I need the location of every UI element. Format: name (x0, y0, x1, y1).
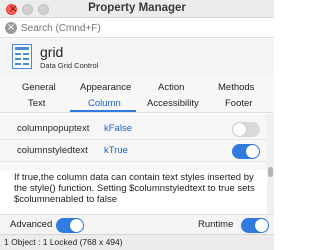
property-toggle[interactable] (232, 144, 260, 159)
status-bar: 1 Object : 1 Locked (768 x 494) (0, 234, 274, 250)
object-name: grid (40, 44, 64, 60)
clear-search-icon[interactable]: × (5, 22, 17, 34)
search-input[interactable] (21, 20, 261, 36)
object-info: grid Data Grid Control (0, 39, 274, 75)
runtime-toggle[interactable] (241, 218, 269, 233)
property-description: If true,the column data can contain text… (11, 170, 266, 210)
property-row[interactable]: columnstyledtext kTrue (0, 141, 267, 162)
active-tab-indicator (70, 110, 136, 112)
tab-action[interactable]: Action (158, 82, 184, 93)
property-toggle[interactable] (232, 122, 260, 137)
data-grid-icon (12, 44, 32, 69)
advanced-label: Advanced (10, 219, 53, 230)
status-text: 1 Object : 1 Locked (768 x 494) (4, 237, 123, 247)
property-scrollbar[interactable] (267, 114, 274, 214)
property-value[interactable]: kFalse (104, 123, 132, 134)
tab-column[interactable]: Column (88, 98, 121, 109)
property-name: columnstyledtext (17, 145, 88, 156)
tab-footer[interactable]: Footer (225, 98, 252, 109)
bottom-bar: Advanced Runtime (0, 214, 274, 234)
advanced-toggle[interactable] (56, 218, 84, 233)
object-type: Data Grid Control (40, 61, 99, 70)
tab-general[interactable]: General (22, 82, 56, 93)
title-bar: Property Manager (0, 0, 274, 18)
property-value[interactable]: kTrue (104, 145, 128, 156)
search-bar: × (0, 18, 274, 38)
window-title: Property Manager (88, 2, 186, 14)
tab-methods[interactable]: Methods (218, 82, 254, 93)
property-list: columnpopuptext kFalse columnstyledtext … (0, 114, 274, 171)
scrollbar-thumb[interactable] (268, 167, 273, 177)
property-tabs: General Appearance Action Methods Text C… (0, 75, 274, 113)
property-row[interactable]: columnpopuptext kFalse (0, 119, 267, 140)
tab-appearance[interactable]: Appearance (80, 82, 131, 93)
tab-text[interactable]: Text (28, 98, 45, 109)
tab-accessibility[interactable]: Accessibility (147, 98, 199, 109)
property-name: columnpopuptext (17, 123, 90, 134)
runtime-label: Runtime (198, 219, 234, 230)
